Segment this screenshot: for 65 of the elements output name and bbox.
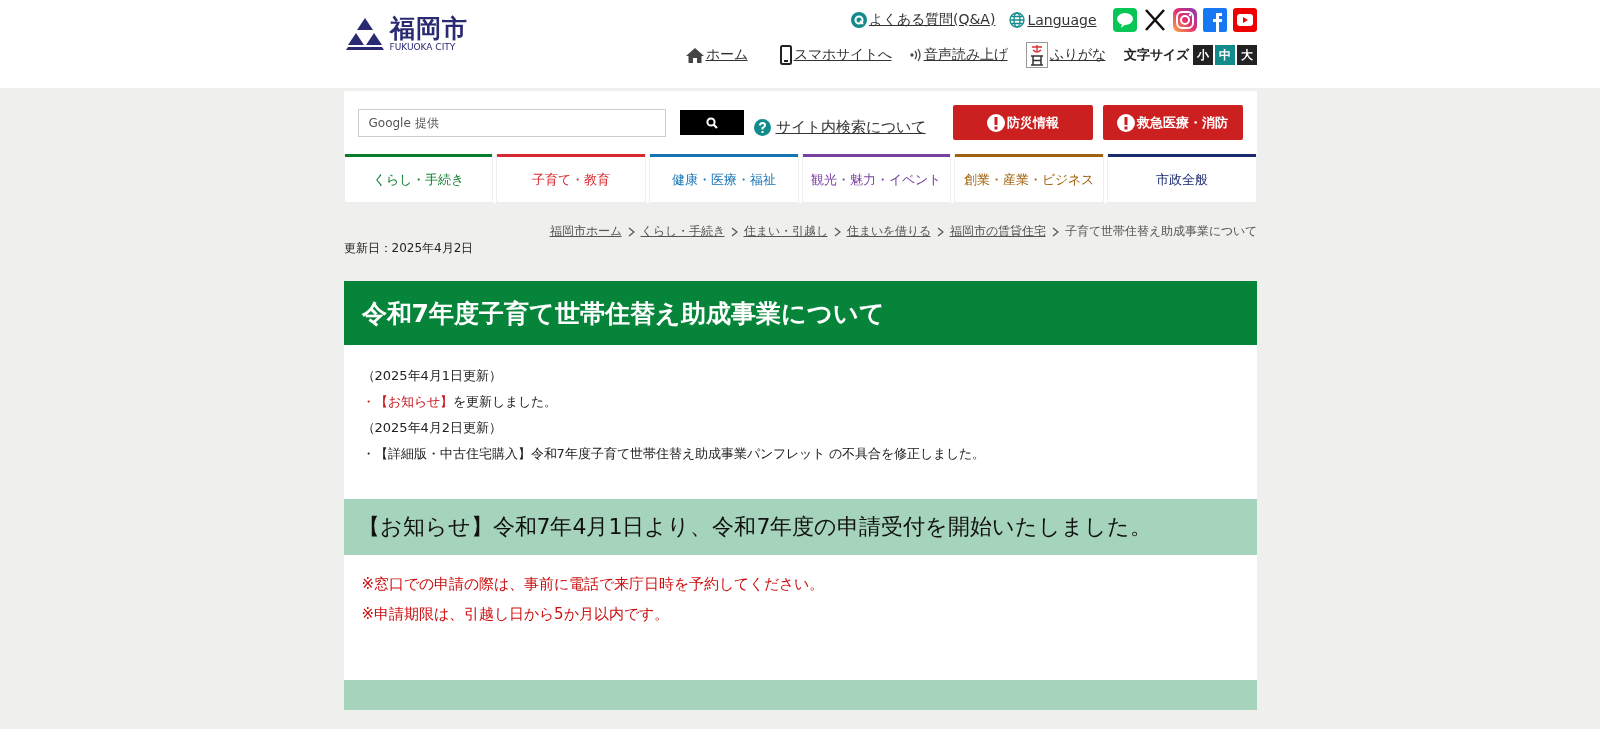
notice-text: ※窓口での申請の際は、事前に電話で来庁日時を予約してください。	[361, 574, 826, 595]
nav-tab[interactable]: 子育て・教育	[496, 154, 646, 203]
exclamation-circle-icon	[1117, 113, 1135, 132]
breadcrumb-link[interactable]: 住まいを借りる	[846, 223, 931, 240]
breadcrumb-link[interactable]: くらし・手続き	[640, 223, 725, 240]
camera-icon[interactable]	[1172, 8, 1197, 32]
search-button[interactable]	[679, 110, 744, 135]
language-link[interactable]: Language	[1009, 12, 1097, 28]
tab-label: 観光・魅力・イベント	[810, 170, 943, 189]
chevron-right-icon	[936, 226, 944, 237]
font-size-label: 文字サイズ	[1123, 46, 1189, 64]
tab-label: くらし・手続き	[371, 170, 465, 189]
exclamation-circle-icon	[986, 113, 1005, 132]
notice-text: ※申請期限は、引越し日から5か月以内です。	[361, 604, 670, 625]
emergency-button[interactable]: 救急医療・消防	[1102, 105, 1243, 140]
nav-tab[interactable]: 創業・産業・ビジネス	[954, 154, 1104, 203]
chevron-right-icon	[833, 226, 841, 237]
chevron-right-icon	[627, 226, 635, 237]
city-emblem-icon	[343, 16, 386, 52]
furigana-icon	[1025, 42, 1048, 68]
nav-tab[interactable]: 観光・魅力・イベント	[801, 154, 952, 203]
emergency-button[interactable]: 防災情報	[952, 105, 1093, 140]
home-icon	[685, 47, 704, 63]
chevron-right-icon	[730, 226, 738, 237]
faq-link[interactable]: よくある質問(Q&A)	[850, 11, 996, 29]
f-logo-icon[interactable]	[1202, 8, 1227, 32]
notice-link[interactable]: ・【お知らせ】	[361, 394, 453, 409]
globe-icon	[1009, 12, 1026, 28]
tab-label: 子育て・教育	[531, 170, 611, 189]
section-heading: 【お知らせ】令和7年4月1日より、令和7年度の申請受付を開始いたしました。	[343, 499, 1257, 555]
search-field[interactable]: Google 提供	[357, 108, 666, 137]
nav-tab[interactable]: 健康・医療・福祉	[648, 154, 799, 203]
sound-waves-icon	[909, 48, 922, 62]
update-note: ・【詳細版・中古住宅購入】令和7年度子育て世帯住替え助成事業パンフレット の不具合を修正しました。	[361, 445, 986, 463]
smartphone-icon	[779, 45, 792, 65]
tab-label: 創業・産業・ビジネス	[963, 170, 1095, 189]
logo-title[interactable]: 福岡市	[389, 16, 468, 41]
update-note: （2025年4月1日更新）	[361, 367, 504, 385]
breadcrumb-current: 子育て世帯住替え助成事業について	[1064, 223, 1257, 240]
breadcrumb-link[interactable]: 福岡市ホーム	[549, 223, 622, 240]
nav-tab[interactable]: くらし・手続き	[343, 154, 494, 203]
x-mark-icon[interactable]	[1142, 8, 1167, 32]
tab-label: 市政全般	[1154, 170, 1209, 189]
update-note: ・【お知らせ】を更新しました。	[361, 393, 558, 411]
chevron-right-icon	[1051, 226, 1059, 237]
read-aloud-link[interactable]: 音声読み上げ	[909, 46, 1008, 64]
updated-date: 更新日：2025年4月2日	[343, 240, 475, 257]
search-help-link[interactable]: サイト内検索について	[753, 118, 926, 137]
breadcrumb-link[interactable]: 住まい・引越し	[743, 223, 828, 240]
question-circle-icon	[850, 12, 867, 28]
search-icon	[705, 116, 718, 129]
update-note: （2025年4月2日更新）	[361, 419, 504, 437]
breadcrumb-link[interactable]: 福岡市の賃貸住宅	[949, 223, 1046, 240]
font-size-button[interactable]: 小	[1192, 45, 1213, 65]
furigana-link[interactable]: ふりがな	[1025, 42, 1106, 68]
logo-subtitle: FUKUOKA CITY	[389, 43, 457, 52]
page-title: 令和7年度子育て世帯住替え助成事業について	[343, 281, 1257, 345]
home-link[interactable]: ホーム	[685, 46, 748, 64]
tab-label: 健康・医療・福祉	[670, 170, 777, 189]
mobile-site-link[interactable]: スマホサイトへ	[779, 45, 892, 65]
nav-tab[interactable]: 市政全般	[1106, 154, 1257, 203]
font-size-button[interactable]: 中	[1214, 45, 1235, 65]
play-icon[interactable]	[1232, 8, 1257, 32]
question-circle-icon	[753, 119, 771, 136]
font-size-button[interactable]: 大	[1236, 45, 1257, 65]
